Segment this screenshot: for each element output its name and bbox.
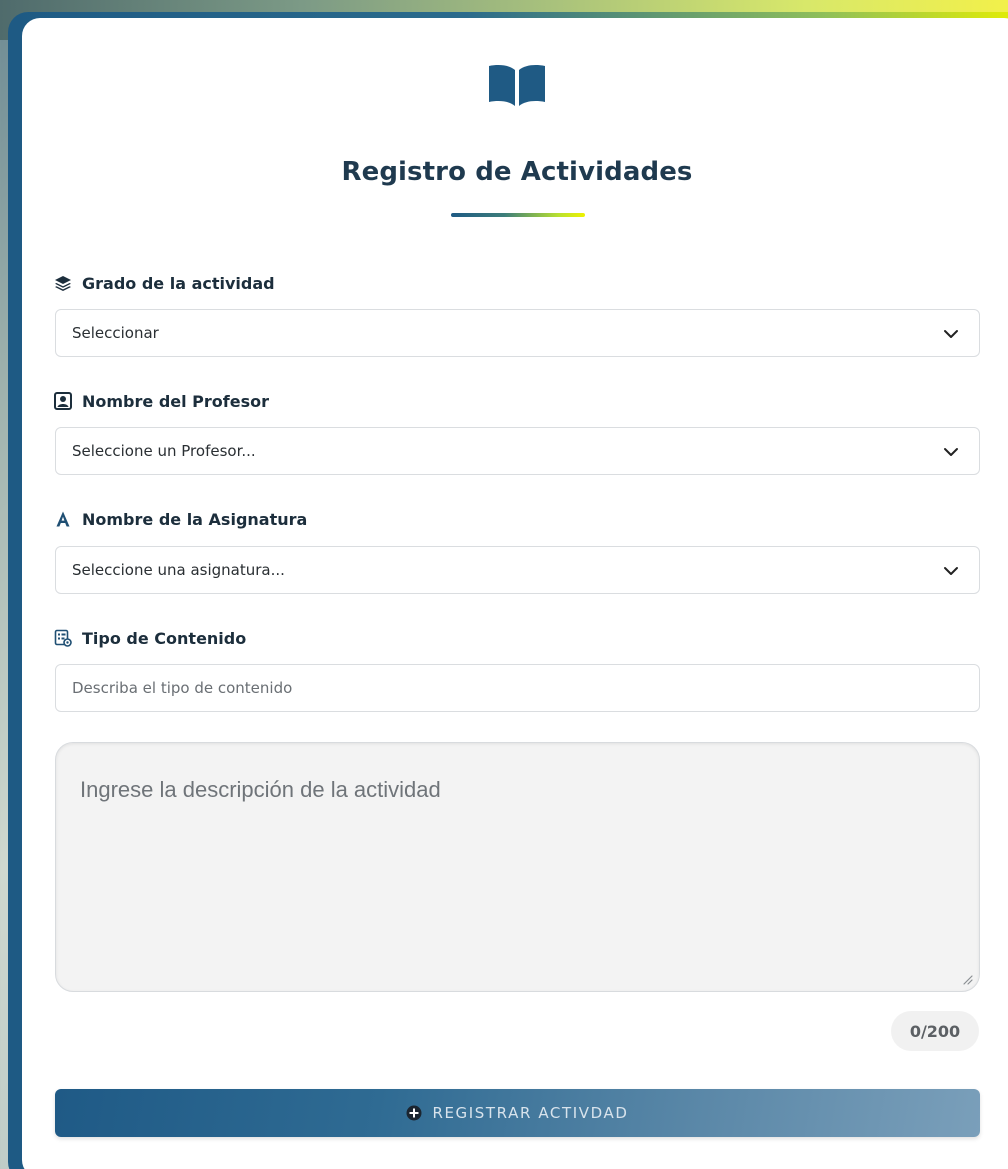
contenido-label-text: Tipo de Contenido xyxy=(82,628,247,648)
layers-icon xyxy=(54,274,72,292)
grado-select[interactable]: Seleccionar xyxy=(55,309,980,357)
profesor-label: Nombre del Profesor xyxy=(54,390,269,412)
book-open-icon xyxy=(489,65,545,106)
font-a-icon xyxy=(54,510,72,528)
profesor-select-value: Seleccione un Profesor... xyxy=(72,442,256,460)
chevron-down-icon xyxy=(944,567,958,575)
descripcion-textarea[interactable]: Ingrese la descripción de la actividad xyxy=(55,742,980,992)
page-title: Registro de Actividades xyxy=(341,157,693,187)
grado-label-text: Grado de la actividad xyxy=(82,273,275,293)
user-square-icon xyxy=(54,392,72,410)
list-gear-icon xyxy=(54,629,72,647)
chevron-down-icon xyxy=(944,448,958,456)
contenido-input[interactable]: Describa el tipo de contenido xyxy=(55,664,980,712)
chevron-down-icon xyxy=(944,330,958,338)
plus-circle-icon xyxy=(406,1105,422,1121)
asignatura-select[interactable]: Seleccione una asignatura... xyxy=(55,546,980,594)
grado-select-value: Seleccionar xyxy=(72,324,159,342)
resize-handle-icon[interactable] xyxy=(961,973,973,985)
asignatura-label: Nombre de la Asignatura xyxy=(54,508,307,530)
profesor-select[interactable]: Seleccione un Profesor... xyxy=(55,427,980,475)
character-counter: 0/200 xyxy=(891,1011,979,1051)
title-underline xyxy=(451,213,585,217)
submit-label: REGISTRAR ACTIVDAD xyxy=(432,1104,629,1122)
grado-label: Grado de la actividad xyxy=(54,272,275,294)
contenido-label: Tipo de Contenido xyxy=(54,627,246,649)
asignatura-label-text: Nombre de la Asignatura xyxy=(82,509,308,529)
contenido-placeholder: Describa el tipo de contenido xyxy=(72,679,293,697)
profesor-label-text: Nombre del Profesor xyxy=(82,391,270,411)
registrar-actividad-button[interactable]: REGISTRAR ACTIVDAD xyxy=(55,1089,980,1137)
descripcion-placeholder: Ingrese la descripción de la actividad xyxy=(80,777,441,802)
asignatura-select-value: Seleccione una asignatura... xyxy=(72,561,285,579)
